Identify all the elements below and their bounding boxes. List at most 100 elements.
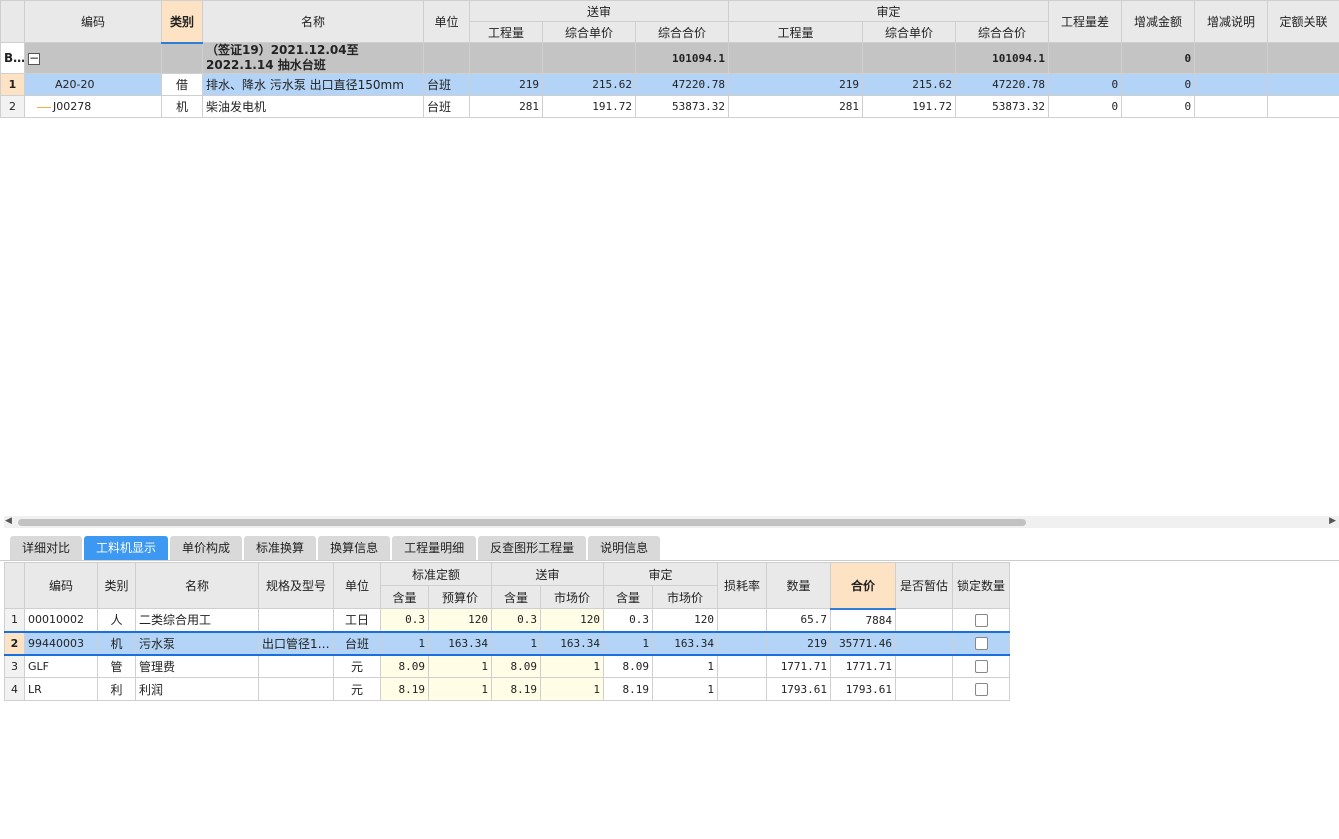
sum-cell[interactable]: 1793.61 [830, 677, 897, 701]
tab-0[interactable]: 详细对比 [10, 536, 83, 560]
col-lock[interactable]: 锁定数量 [952, 562, 1011, 609]
p2-cell[interactable]: 163.34 [540, 630, 605, 656]
lock-checkbox[interactable] [974, 660, 988, 674]
quota-link-cell[interactable] [1267, 73, 1339, 96]
loss-cell[interactable] [717, 654, 768, 678]
row-number[interactable]: 4 [4, 677, 25, 701]
col-spec[interactable]: 规格及型号 [258, 562, 334, 609]
col-submit-content[interactable]: 含量 [491, 585, 542, 609]
col-approved-market[interactable]: 市场价 [652, 585, 719, 609]
name-cell[interactable]: 污水泵 [135, 630, 259, 656]
loss-cell[interactable] [717, 677, 768, 701]
c1-cell[interactable]: 8.09 [380, 654, 429, 678]
table-row[interactable]: 2 J00278 机柴油发电机 台班 281 191.72 53873.32 281 191.7… [0, 95, 1339, 118]
col-loss[interactable]: 损耗率 [717, 562, 768, 609]
scroll-left-icon[interactable]: ◀ [5, 516, 12, 526]
p1-cell[interactable]: 1 [427, 677, 493, 701]
lock-checkbox[interactable] [974, 683, 988, 696]
col-est[interactable]: 是否暂估 [895, 562, 954, 609]
spec-cell[interactable]: 出口管径1… [258, 630, 334, 656]
col-approved-content[interactable]: 含量 [603, 585, 654, 609]
at-cell[interactable]: 53873.32 [955, 95, 1050, 118]
col-unit[interactable]: 单位 [333, 562, 381, 609]
lock-cell[interactable] [952, 630, 1011, 656]
at-cell[interactable]: 47220.78 [955, 73, 1050, 96]
aq-cell[interactable]: 219 [728, 73, 864, 96]
p1-cell[interactable]: 163.34 [427, 630, 493, 656]
collapse-toggle[interactable]: − [24, 42, 162, 74]
name-cell[interactable]: 排水、降水 污水泵 出口直径150mm [202, 73, 424, 96]
col-quota-link[interactable]: 定额关联 [1267, 0, 1339, 43]
col-delta-amount[interactable]: 增减金额 [1121, 0, 1196, 43]
estimate-cell[interactable] [895, 654, 954, 678]
name-cell[interactable]: 管理费 [135, 654, 259, 678]
unit-cell[interactable]: 元 [333, 677, 381, 701]
type-cell[interactable]: 管 [97, 654, 136, 678]
tab-2[interactable]: 单价构成 [170, 536, 243, 560]
estimate-cell[interactable] [895, 677, 954, 701]
tab-3[interactable]: 标准换算 [244, 536, 317, 560]
type-cell[interactable]: 借 [161, 73, 203, 96]
lock-cell[interactable] [952, 677, 1011, 701]
code-cell[interactable]: 99440003 [24, 630, 98, 656]
table-row[interactable]: 1 00010002 人二类综合用工 工日 0.3 120 0.3 120 0.3 120 65.7… [4, 608, 1011, 632]
delta-note-cell[interactable] [1194, 95, 1269, 118]
row-number[interactable]: 3 [4, 654, 25, 678]
col-std-budget[interactable]: 预算价 [427, 585, 493, 609]
row-number[interactable]: 1 [0, 73, 25, 96]
type-cell[interactable]: 机 [161, 95, 203, 118]
sq-cell[interactable]: 281 [469, 95, 543, 118]
p3-cell[interactable]: 1 [652, 654, 719, 678]
delta-cell[interactable]: 0 [1121, 95, 1196, 118]
col-delta-note[interactable]: 增减说明 [1194, 0, 1269, 43]
type-cell[interactable]: 利 [97, 677, 136, 701]
col-count[interactable]: 数量 [766, 562, 832, 609]
spec-cell[interactable] [258, 677, 334, 701]
loss-cell[interactable] [717, 630, 768, 656]
code-cell[interactable]: LR [24, 677, 98, 701]
c2-cell[interactable]: 0.3 [491, 608, 542, 632]
col-approved-total[interactable]: 综合合价 [955, 21, 1050, 43]
c1-cell[interactable]: 8.19 [380, 677, 429, 701]
lock-checkbox[interactable] [974, 613, 988, 627]
lock-cell[interactable] [952, 654, 1011, 678]
sp-cell[interactable]: 191.72 [542, 95, 636, 118]
name-cell[interactable]: 二类综合用工 [135, 608, 259, 632]
quota-link-cell[interactable] [1267, 95, 1339, 118]
p3-cell[interactable]: 120 [652, 608, 719, 632]
ap-cell[interactable]: 215.62 [862, 73, 957, 96]
p3-cell[interactable]: 1 [652, 677, 719, 701]
estimate-cell[interactable] [895, 630, 954, 656]
lock-cell[interactable] [952, 608, 1011, 632]
sq-cell[interactable]: 219 [469, 73, 543, 96]
p1-cell[interactable]: 1 [427, 654, 493, 678]
lock-checkbox[interactable] [974, 637, 988, 650]
diff-cell[interactable]: 0 [1048, 73, 1123, 96]
c2-cell[interactable]: 1 [491, 630, 542, 656]
spec-cell[interactable] [258, 654, 334, 678]
name-cell[interactable]: 利润 [135, 677, 259, 701]
type-cell[interactable]: 机 [97, 630, 136, 656]
scrollbar-thumb[interactable] [18, 519, 1026, 526]
col-submit-market[interactable]: 市场价 [540, 585, 605, 609]
p2-cell[interactable]: 1 [540, 677, 605, 701]
unit-cell[interactable]: 元 [333, 654, 381, 678]
row-number[interactable]: 1 [4, 608, 25, 632]
horizontal-scrollbar[interactable]: ◀ ▶ [4, 516, 1339, 528]
col-submit-price[interactable]: 综合单价 [542, 21, 636, 43]
c2-cell[interactable]: 8.19 [491, 677, 542, 701]
aq-cell[interactable]: 281 [728, 95, 864, 118]
p3-cell[interactable]: 163.34 [652, 630, 719, 656]
spec-cell[interactable] [258, 608, 334, 632]
c1-cell[interactable]: 0.3 [380, 608, 429, 632]
col-sum[interactable]: 合价 [830, 562, 897, 610]
col-approved-price[interactable]: 综合单价 [862, 21, 957, 43]
table-row[interactable]: 1 A20-20 借排水、降水 污水泵 出口直径150mm 台班 219 215.62 47… [0, 73, 1339, 96]
c3-cell[interactable]: 8.09 [603, 654, 654, 678]
estimate-cell[interactable] [895, 608, 954, 632]
st-cell[interactable]: 47220.78 [634, 73, 730, 96]
sum-cell[interactable]: 7884 [830, 608, 897, 632]
sum-cell[interactable]: 35771.46 [830, 630, 897, 656]
row-number[interactable]: 2 [0, 95, 25, 118]
type-cell[interactable]: 人 [97, 608, 136, 632]
